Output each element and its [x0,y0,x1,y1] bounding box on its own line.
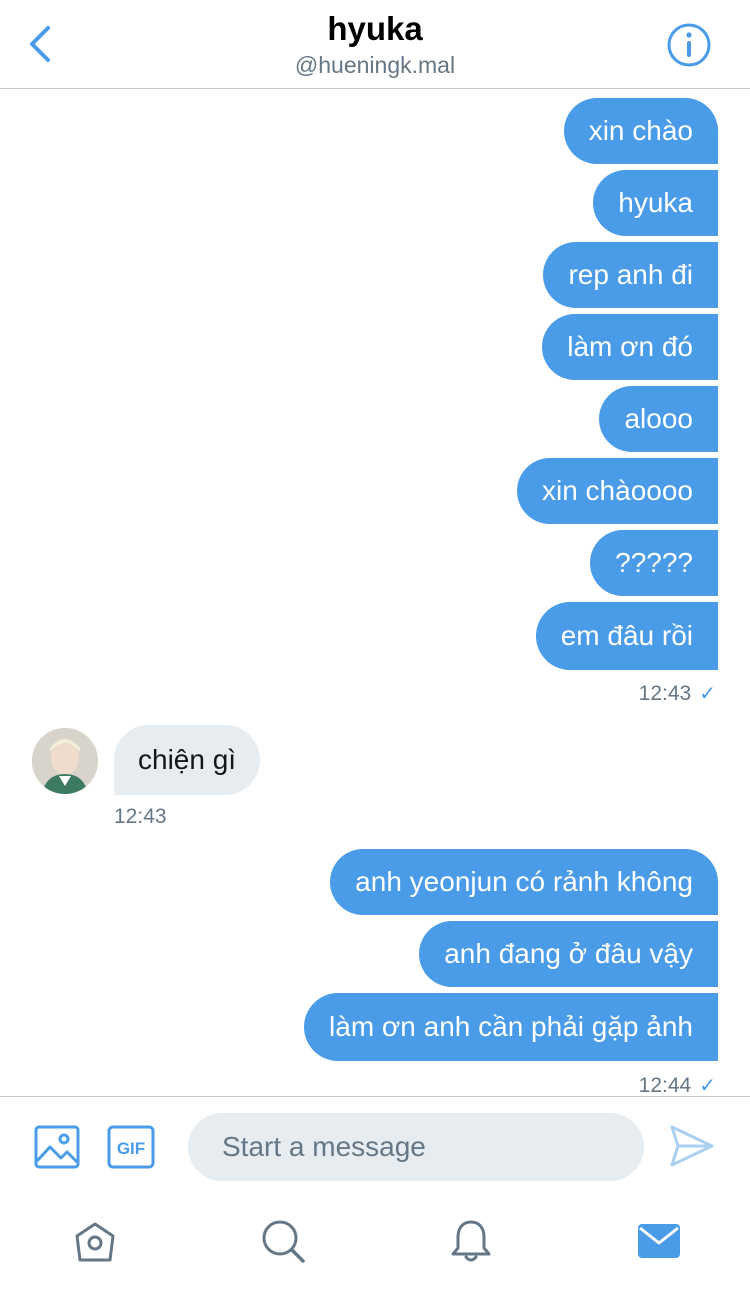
message-timestamp: 12:43 [114,805,167,828]
read-check-icon: ✓ [699,1075,716,1097]
message-thread[interactable]: xin chào hyuka rep anh đi làm ơn đó aloo… [0,89,750,1098]
sent-message[interactable]: anh đang ở đâu vậy [419,921,718,987]
image-icon[interactable] [34,1125,80,1169]
conversation-title[interactable]: hyuka [0,10,750,48]
conversation-handle: @hueningk.mal [294,52,456,78]
sent-message[interactable]: làm ơn anh cần phải gặp ảnh [304,993,718,1061]
message-timestamp: 12:43 ✓ [639,681,716,706]
sent-message[interactable]: hyuka [593,170,718,236]
sent-message[interactable]: rep anh đi [543,242,718,308]
sent-message[interactable]: xin chàoooo [516,458,718,524]
conversation-header: hyuka @hueningk.mal [0,0,750,89]
home-icon[interactable] [72,1218,118,1264]
message-composer: GIF Start a message [0,1096,750,1197]
gif-label: GIF [117,1139,145,1158]
read-check-icon: ✓ [699,683,716,705]
message-timestamp: 12:44 ✓ [639,1073,716,1098]
sent-message[interactable]: alooo [599,386,718,452]
message-input[interactable]: Start a message [188,1113,644,1181]
sent-message[interactable]: xin chào [563,98,718,164]
info-icon[interactable] [666,22,712,68]
bottom-tab-bar [0,1196,750,1294]
send-icon[interactable] [668,1123,716,1169]
sent-message[interactable]: anh yeonjun có rảnh không [330,849,718,915]
timestamp-text: 12:44 [638,1074,692,1097]
gif-icon: GIF [107,1125,155,1169]
received-message[interactable]: chiện gì [114,725,261,795]
sent-message[interactable]: ????? [590,530,718,596]
sent-message[interactable]: em đâu rồi [535,602,718,670]
notifications-icon[interactable] [448,1218,494,1264]
timestamp-text: 12:43 [638,682,692,705]
messages-icon[interactable] [636,1218,682,1264]
sent-message[interactable]: làm ơn đó [542,314,718,380]
gif-button[interactable]: GIF [107,1125,155,1169]
avatar[interactable] [32,728,98,794]
search-icon[interactable] [260,1218,306,1264]
